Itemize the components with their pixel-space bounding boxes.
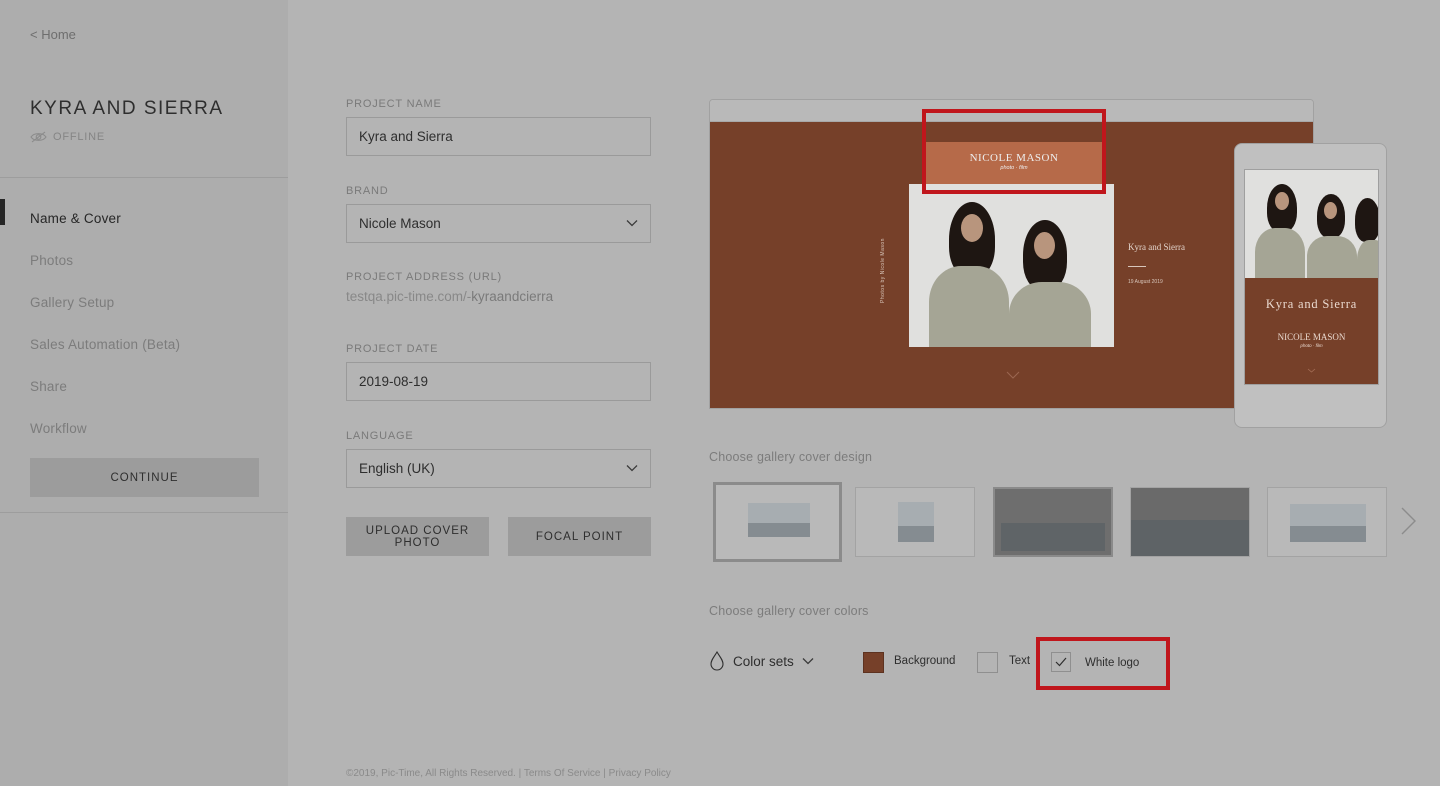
- text-color-label: Text: [1009, 655, 1031, 667]
- upload-cover-photo-button[interactable]: UPLOAD COVER PHOTO: [346, 517, 489, 556]
- brand-value: Nicole Mason: [359, 216, 441, 231]
- color-sets-dropdown[interactable]: Color sets: [709, 651, 814, 671]
- address-slug: kyraandcierra: [471, 289, 554, 304]
- mobile-cover-logo: NICOLE MASON: [1277, 332, 1346, 342]
- mobile-cover-photo: [1245, 170, 1378, 278]
- project-date-label: PROJECT DATE: [346, 343, 439, 355]
- project-title: KYRA AND SIERRA: [30, 98, 224, 119]
- chevron-down-icon: [1307, 368, 1316, 373]
- sidebar-divider-bottom: [0, 512, 288, 513]
- cover-side-title: Kyra and Sierra: [1128, 242, 1185, 252]
- text-color-swatch[interactable]: [977, 652, 998, 673]
- cover-design-label: Choose gallery cover design: [709, 450, 873, 464]
- logo-highlight: [922, 109, 1106, 194]
- status-label: OFFLINE: [53, 131, 106, 143]
- project-status: OFFLINE: [30, 131, 105, 143]
- language-value: English (UK): [359, 461, 435, 476]
- sidebar-nav: Name & Cover Photos Gallery Setup Sales …: [0, 197, 288, 449]
- sidebar-item-name-cover[interactable]: Name & Cover: [0, 197, 288, 239]
- cover-photo: [909, 184, 1114, 347]
- droplet-icon: [710, 651, 724, 671]
- mobile-cover: Kyra and Sierra NICOLE MASON photo · fil…: [1244, 169, 1379, 385]
- sidebar-item-sales-automation[interactable]: Sales Automation (Beta): [0, 323, 288, 365]
- vertical-credit: Photos by Nicole Mason: [880, 238, 886, 303]
- sidebar-item-workflow[interactable]: Workflow: [0, 407, 288, 449]
- cover-design-thumb-5[interactable]: [1267, 487, 1387, 557]
- chevron-down-icon: [1006, 371, 1020, 379]
- chevron-right-icon[interactable]: [1400, 506, 1417, 536]
- footer-copyright: ©2019, Pic-Time, All Rights Reserved. | …: [346, 768, 671, 779]
- cover-colors-row: Color sets Background Text White logo: [709, 648, 1309, 676]
- cover-side-date: 19 August 2019: [1128, 279, 1163, 285]
- brand-label: BRAND: [346, 185, 389, 197]
- project-address-label: PROJECT ADDRESS (URL): [346, 271, 502, 283]
- color-sets-label: Color sets: [733, 653, 794, 669]
- project-date-input[interactable]: 2019-08-19: [346, 362, 651, 401]
- mobile-preview: Kyra and Sierra NICOLE MASON photo · fil…: [1234, 143, 1387, 428]
- focal-point-button[interactable]: FOCAL POINT: [508, 517, 651, 556]
- cover-design-thumb-4[interactable]: [1130, 487, 1250, 557]
- cover-side-divider: [1128, 266, 1146, 267]
- project-name-input[interactable]: Kyra and Sierra: [346, 117, 651, 156]
- chevron-down-icon: [802, 658, 814, 665]
- white-logo-highlight: [1036, 637, 1170, 690]
- sidebar-item-gallery-setup[interactable]: Gallery Setup: [0, 281, 288, 323]
- cover-design-thumb-1[interactable]: [713, 482, 842, 562]
- sidebar-divider: [0, 177, 288, 178]
- eye-off-icon: [30, 131, 47, 143]
- cover-design-thumb-3[interactable]: [993, 487, 1113, 557]
- language-select[interactable]: English (UK): [346, 449, 651, 488]
- address-prefix: testqa.pic-time.com/-: [346, 289, 472, 304]
- chevron-down-icon: [626, 220, 638, 227]
- sidebar: < Home KYRA AND SIERRA OFFLINE Name & Co…: [0, 0, 288, 786]
- project-address-url[interactable]: testqa.pic-time.com/-kyraandcierra: [346, 289, 553, 304]
- language-label: LANGUAGE: [346, 430, 414, 442]
- cover-design-thumb-2[interactable]: [855, 487, 975, 557]
- home-link[interactable]: < Home: [30, 27, 76, 42]
- continue-button[interactable]: CONTINUE: [30, 458, 259, 497]
- background-color-label: Background: [894, 655, 956, 667]
- chevron-down-icon: [626, 465, 638, 472]
- mobile-cover-title: Kyra and Sierra: [1265, 297, 1358, 311]
- background-color-swatch[interactable]: [863, 652, 884, 673]
- mobile-cover-logo-sub: photo · film: [1300, 343, 1323, 348]
- cover-colors-label: Choose gallery cover colors: [709, 604, 869, 618]
- brand-select[interactable]: Nicole Mason: [346, 204, 651, 243]
- sidebar-item-photos[interactable]: Photos: [0, 239, 288, 281]
- project-name-label: PROJECT NAME: [346, 98, 442, 110]
- sidebar-item-share[interactable]: Share: [0, 365, 288, 407]
